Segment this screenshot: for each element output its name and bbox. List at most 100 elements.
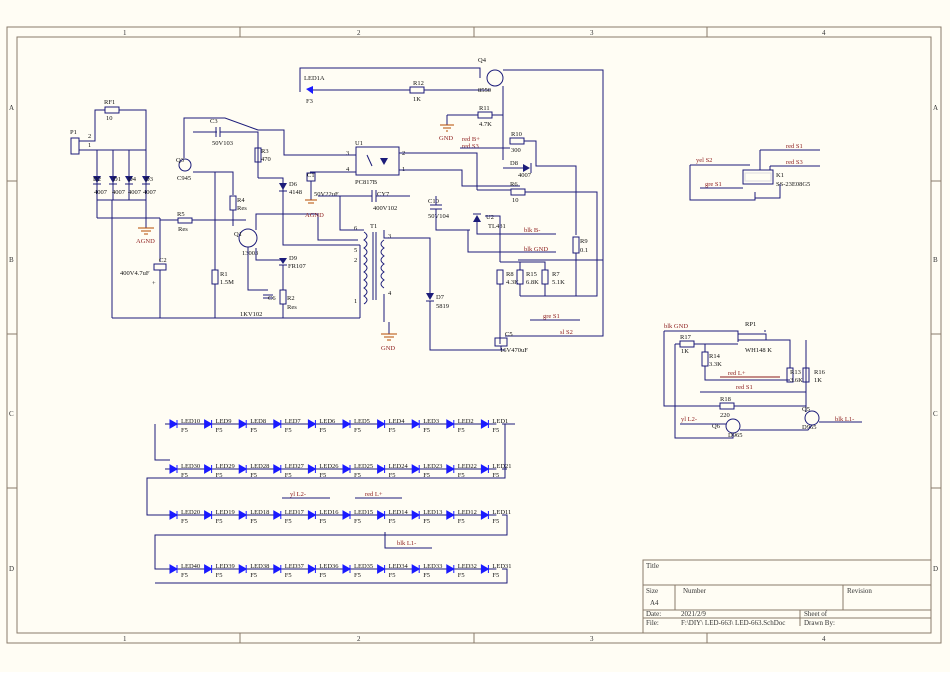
led-value: F5 — [319, 518, 326, 525]
led-label: LED22 — [458, 463, 477, 470]
svg-text:50V104: 50V104 — [428, 213, 450, 220]
svg-text:CY7: CY7 — [377, 191, 390, 198]
svg-text:R15: R15 — [526, 271, 537, 278]
led-value: F5 — [423, 572, 430, 579]
row-label: D — [933, 565, 938, 573]
svg-text:Size: Size — [646, 587, 658, 595]
svg-text:R5: R5 — [177, 211, 185, 218]
led-value: F5 — [285, 518, 292, 525]
svg-text:blk B-: blk B- — [524, 227, 540, 234]
schematic-svg: 1 2 3 4 1 2 3 4 A B C D A B C D P1 2 1 R… — [0, 0, 950, 672]
svg-text:PC817B: PC817B — [355, 179, 378, 186]
svg-text:5: 5 — [354, 247, 357, 254]
led-label: LED20 — [181, 509, 200, 516]
svg-text:AGND: AGND — [305, 212, 324, 219]
svg-text:2: 2 — [88, 133, 91, 140]
led-label: LED34 — [389, 563, 409, 570]
svg-text:R17: R17 — [680, 334, 692, 341]
led-label: LED38 — [250, 563, 269, 570]
svg-text:2: 2 — [354, 257, 357, 264]
led-label: LED10 — [181, 418, 200, 425]
svg-text:SS-23E08G5: SS-23E08G5 — [776, 181, 810, 188]
svg-text:A4: A4 — [650, 599, 659, 607]
svg-text:5819: 5819 — [436, 303, 449, 310]
svg-text:red S1: red S1 — [736, 384, 753, 391]
svg-text:Q1: Q1 — [234, 231, 242, 238]
led-label: LED30 — [181, 463, 200, 470]
svg-text:D2: D2 — [93, 176, 101, 183]
svg-text:D1: D1 — [113, 176, 121, 183]
svg-text:Q4: Q4 — [478, 57, 487, 64]
svg-text:R11: R11 — [479, 105, 490, 112]
led-label: LED15 — [354, 509, 373, 516]
svg-text:10: 10 — [512, 197, 519, 204]
svg-text:D4: D4 — [128, 176, 137, 183]
led-label: LED14 — [389, 509, 409, 516]
row-label: C — [933, 410, 938, 418]
svg-text:R13: R13 — [790, 369, 801, 376]
led-value: F5 — [492, 427, 499, 434]
svg-text:50V22uF: 50V22uF — [314, 191, 339, 198]
led-value: F5 — [423, 518, 430, 525]
led-value: F5 — [181, 427, 188, 434]
led-label: LED2 — [458, 418, 474, 425]
svg-text:4148: 4148 — [289, 189, 302, 196]
led-label: LED27 — [285, 463, 305, 470]
led-value: F5 — [250, 518, 257, 525]
led-label: LED26 — [319, 463, 339, 470]
svg-text:C5: C5 — [505, 331, 513, 338]
svg-text:6.8K: 6.8K — [526, 279, 539, 286]
svg-text:5.1K: 5.1K — [552, 279, 565, 286]
row-label: B — [9, 256, 14, 264]
svg-text:GND: GND — [439, 135, 453, 142]
led-label: LED32 — [458, 563, 477, 570]
svg-text:R9: R9 — [580, 238, 588, 245]
svg-text:blk GND: blk GND — [664, 323, 688, 330]
svg-text:red L+: red L+ — [365, 491, 383, 498]
svg-text:1.5M: 1.5M — [220, 279, 234, 286]
svg-text:R6: R6 — [510, 181, 518, 188]
led-label: LED13 — [423, 509, 442, 516]
title-label: Title — [646, 562, 659, 570]
svg-text:C3: C3 — [210, 118, 218, 125]
svg-text:red S3: red S3 — [462, 143, 479, 150]
svg-text:R2: R2 — [287, 295, 295, 302]
svg-text:R14: R14 — [709, 353, 721, 360]
led-label: LED12 — [458, 509, 477, 516]
led-value: F5 — [492, 518, 499, 525]
svg-text:RF1: RF1 — [104, 99, 115, 106]
svg-text:D8: D8 — [510, 160, 518, 167]
svg-text:R10: R10 — [511, 131, 522, 138]
svg-text:R7: R7 — [552, 271, 560, 278]
led-value: F5 — [423, 427, 430, 434]
led-label: LED25 — [354, 463, 373, 470]
svg-text:Revision: Revision — [847, 587, 872, 595]
svg-text:1K: 1K — [681, 348, 689, 355]
row-label: B — [933, 256, 938, 264]
led-value: F5 — [389, 427, 396, 434]
col-label: 3 — [590, 29, 594, 37]
svg-text:yel S2: yel S2 — [696, 157, 712, 164]
led-value: F5 — [250, 427, 257, 434]
svg-text:4007: 4007 — [94, 189, 108, 196]
col-label: 1 — [123, 29, 127, 37]
led-label: LED19 — [216, 509, 235, 516]
svg-text:R3: R3 — [261, 148, 269, 155]
led-label: LED16 — [319, 509, 339, 516]
svg-text:R1: R1 — [220, 271, 228, 278]
svg-text:2021/2/9: 2021/2/9 — [681, 610, 706, 618]
svg-text:blk L1-: blk L1- — [835, 416, 854, 423]
svg-text:Date:: Date: — [646, 610, 661, 618]
led-label: LED37 — [285, 563, 305, 570]
svg-text:WH148 K: WH148 K — [745, 347, 772, 354]
svg-text:sl S2: sl S2 — [560, 329, 573, 336]
led-value: F5 — [285, 572, 292, 579]
svg-text:TL431: TL431 — [488, 223, 506, 230]
led-label: LED11 — [492, 509, 511, 516]
led-value: F5 — [216, 572, 223, 579]
svg-text:R8: R8 — [506, 271, 514, 278]
svg-text:Drawn By:: Drawn By: — [804, 619, 835, 627]
svg-text:red S3: red S3 — [786, 159, 803, 166]
led-value: F5 — [250, 572, 257, 579]
svg-text:300: 300 — [511, 147, 521, 154]
